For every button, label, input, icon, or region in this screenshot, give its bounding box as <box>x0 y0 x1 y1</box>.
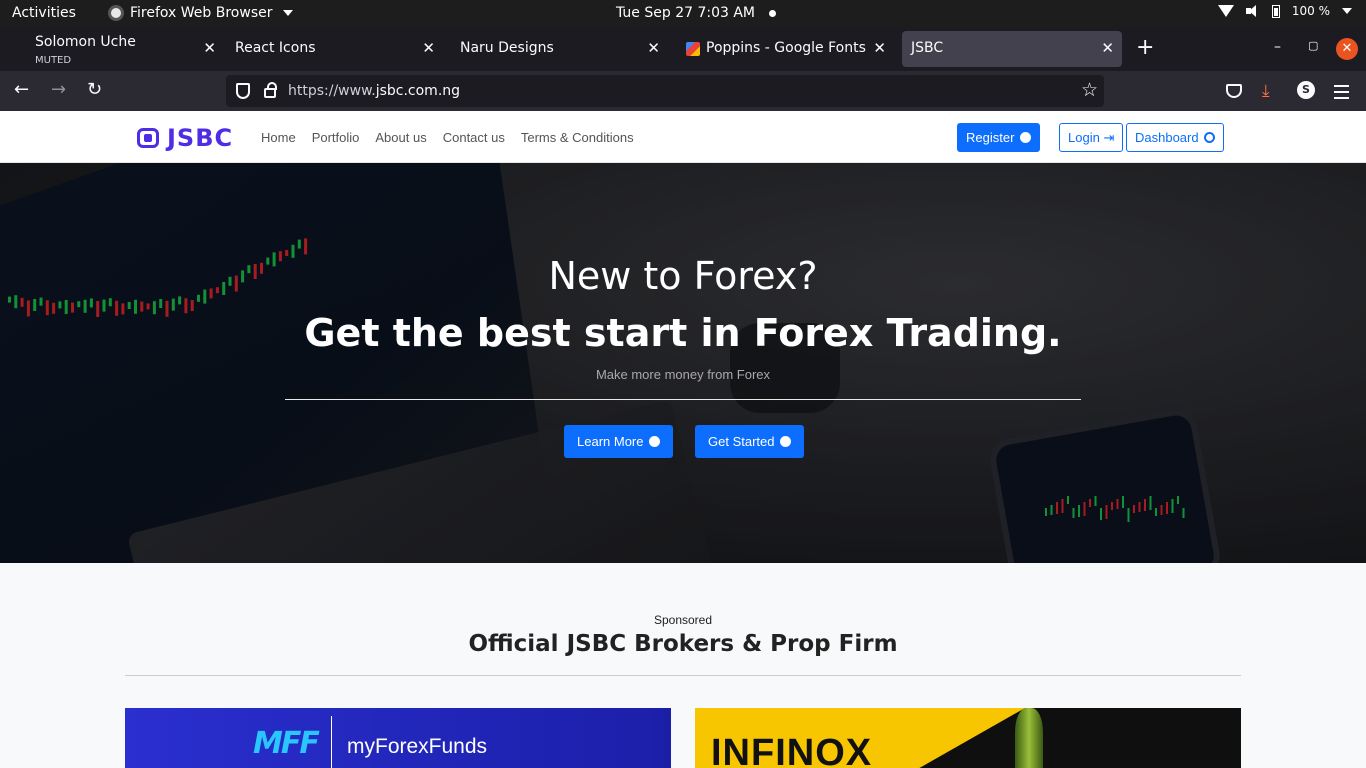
sponsored-divider <box>125 675 1241 676</box>
arrow-circle-right-icon <box>780 436 792 447</box>
mff-logo: MFF <box>253 726 320 761</box>
app-menu[interactable]: Firefox Web Browser <box>108 5 293 21</box>
maximize-button[interactable]: ▢ <box>1308 39 1318 52</box>
tab-title: Poppins - Google Fonts <box>706 40 866 56</box>
get-started-button[interactable]: Get Started <box>695 425 805 458</box>
nav-link-portfolio[interactable]: Portfolio <box>312 130 360 145</box>
clock-label: Tue Sep 27 7:03 AM <box>616 5 756 21</box>
tab-poppins-google-fonts[interactable]: Poppins - Google Fonts ✕ <box>674 31 894 67</box>
myforexfunds-banner[interactable]: MFF myForexFunds <box>125 708 671 768</box>
sign-in-icon: ⇥ <box>1103 130 1115 145</box>
user-circle-icon <box>1020 132 1032 143</box>
system-top-bar: Activities Firefox Web Browser Tue Sep 2… <box>0 0 1366 27</box>
hero-title: New to Forex? <box>548 254 818 298</box>
site-header: JSBC Home Portfolio About us Contact us … <box>0 111 1366 163</box>
tab-solomon-uche[interactable]: Solomon Uche MUTED ✕ <box>4 31 224 67</box>
learn-more-button[interactable]: Learn More <box>564 425 674 458</box>
nav-link-home[interactable]: Home <box>261 130 296 145</box>
dashboard-label: Dashboard <box>1135 130 1199 145</box>
reload-button[interactable]: ↻ <box>87 80 102 100</box>
register-button[interactable]: Register <box>957 123 1041 152</box>
hero-overlay <box>0 163 1366 563</box>
activities-button[interactable]: Activities <box>12 5 76 21</box>
hero-section: New to Forex? Get the best start in Fore… <box>0 163 1366 563</box>
chevron-down-icon <box>1342 8 1352 14</box>
forward-button[interactable]: → <box>51 80 66 100</box>
tab-title: JSBC <box>911 40 944 56</box>
hero-headline: Get the best start in Forex Trading. <box>304 311 1062 355</box>
sponsored-label: Sponsored <box>653 613 713 627</box>
back-button[interactable]: ← <box>14 80 29 100</box>
login-label: Login <box>1068 130 1100 145</box>
pocket-icon[interactable] <box>1226 84 1242 98</box>
close-icon[interactable]: ✕ <box>1101 39 1114 57</box>
hero-subtitle: Make more money from Forex <box>595 367 771 382</box>
sponsored-title: Official JSBC Brokers & Prop Firm <box>468 631 898 657</box>
download-icon[interactable]: ⤓ <box>1262 81 1270 101</box>
firefox-icon <box>108 5 124 21</box>
app-menu-label: Firefox Web Browser <box>130 5 273 21</box>
bookmark-star-icon[interactable]: ☆ <box>1081 79 1098 101</box>
tab-strip: Solomon Uche MUTED ✕ React Icons ✕ Naru … <box>0 27 1366 71</box>
close-icon[interactable]: ✕ <box>647 39 660 57</box>
dashboard-button[interactable]: Dashboard <box>1126 123 1225 152</box>
account-avatar[interactable]: S <box>1297 81 1315 99</box>
close-icon[interactable]: ✕ <box>203 39 216 57</box>
tab-title: React Icons <box>235 40 316 56</box>
logo-text: JSBC <box>167 124 234 152</box>
hero-divider <box>285 399 1081 400</box>
nav-link-about[interactable]: About us <box>375 130 426 145</box>
site-logo[interactable]: JSBC <box>137 124 233 152</box>
login-button[interactable]: Login ⇥ <box>1059 123 1124 152</box>
new-tab-button[interactable]: + <box>1136 37 1154 59</box>
infinox-brand-name: INFINOX <box>711 732 873 768</box>
arrow-circle-icon <box>1204 132 1216 143</box>
get-started-label: Get Started <box>708 434 775 449</box>
shield-icon[interactable] <box>236 83 250 99</box>
tab-naru-designs[interactable]: Naru Designs ✕ <box>448 31 668 67</box>
clock[interactable]: Tue Sep 27 7:03 AM <box>616 5 777 21</box>
system-tray[interactable]: 100 % <box>1217 4 1352 18</box>
close-icon[interactable]: ✕ <box>873 39 886 57</box>
mff-brand-name: myForexFunds <box>347 735 488 758</box>
url-text[interactable]: https://www.jsbc.com.ng <box>288 83 460 99</box>
google-fonts-icon <box>686 42 700 56</box>
logo-icon <box>137 128 159 148</box>
wifi-icon <box>1217 5 1234 17</box>
nav-link-terms[interactable]: Terms & Conditions <box>521 130 634 145</box>
tab-react-icons[interactable]: React Icons ✕ <box>223 31 443 67</box>
learn-more-label: Learn More <box>577 434 644 449</box>
infinox-plant-image <box>1015 708 1043 768</box>
notification-dot-icon <box>769 9 777 17</box>
tab-title: Solomon Uche <box>35 34 136 50</box>
site-nav-links: Home Portfolio About us Contact us Terms… <box>261 130 634 145</box>
lock-icon[interactable] <box>264 82 277 98</box>
hamburger-menu-icon[interactable] <box>1334 85 1349 103</box>
battery-icon <box>1271 4 1280 18</box>
minimize-button[interactable]: – <box>1274 39 1281 55</box>
window-close-button[interactable]: ✕ <box>1336 38 1358 60</box>
url-bar[interactable]: https://www.jsbc.com.ng ☆ <box>226 75 1104 107</box>
tab-jsbc[interactable]: JSBC ✕ <box>902 31 1122 67</box>
nav-link-contact[interactable]: Contact us <box>443 130 505 145</box>
chevron-down-icon <box>282 10 293 16</box>
register-label: Register <box>966 130 1015 145</box>
tab-muted-label: MUTED <box>35 55 72 66</box>
infinox-banner[interactable]: INFINOX <box>695 708 1241 768</box>
nav-toolbar: ← → ↻ https://www.jsbc.com.ng ☆ ⤓ S <box>0 71 1366 111</box>
close-icon[interactable]: ✕ <box>422 39 435 57</box>
tab-title: Naru Designs <box>460 40 554 56</box>
arrow-circle-right-icon <box>649 436 661 447</box>
volume-icon <box>1245 5 1260 17</box>
banner-divider <box>331 716 332 768</box>
battery-label: 100 % <box>1291 4 1330 18</box>
